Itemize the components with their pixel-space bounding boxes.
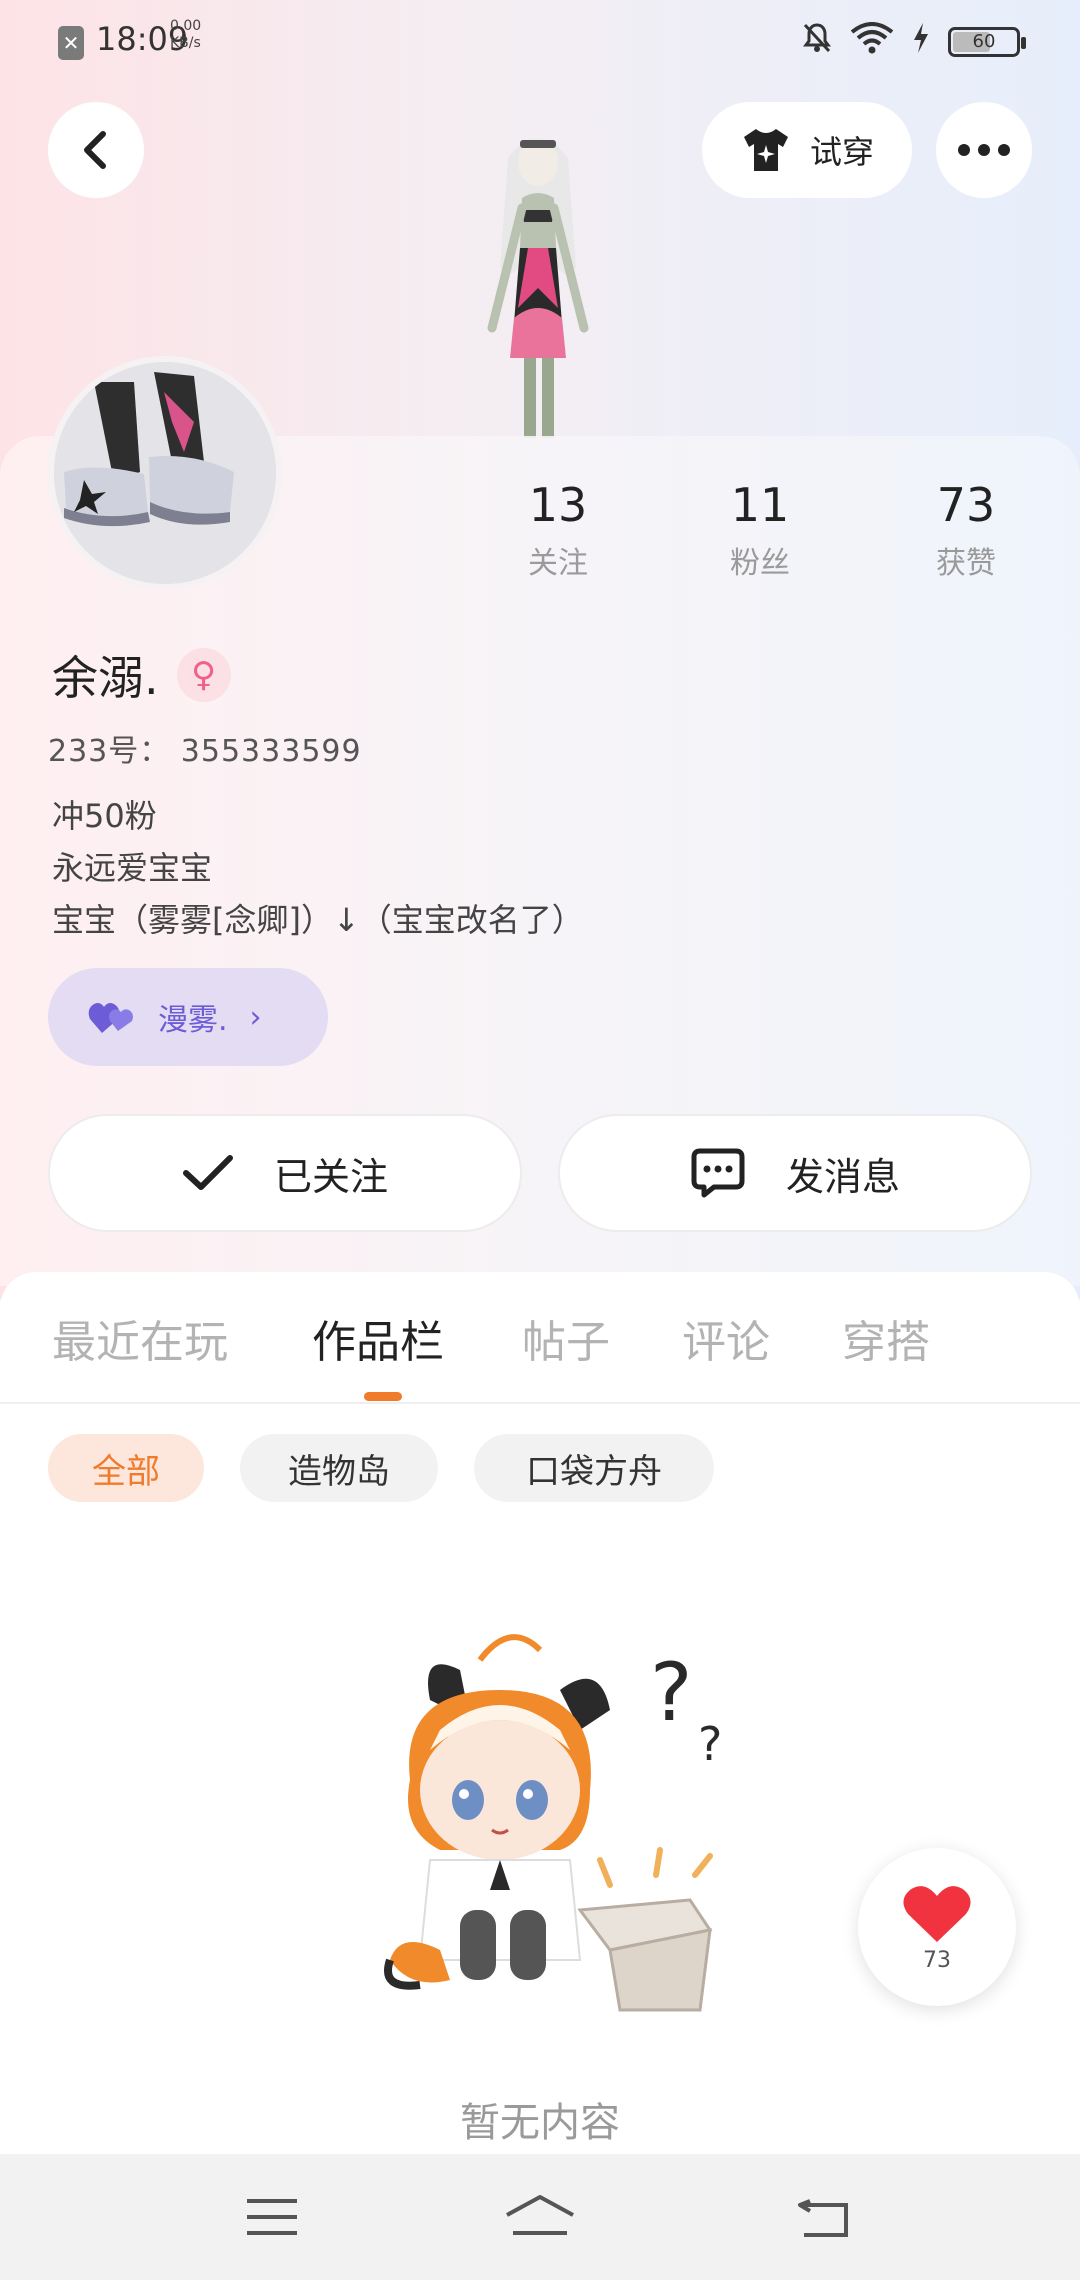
stat-likes-value: 73 bbox=[936, 478, 996, 532]
tab-posts[interactable]: 帖子 bbox=[522, 1306, 610, 1370]
tab-comments[interactable]: 评论 bbox=[682, 1306, 770, 1370]
network-speed-unit: KB/s bbox=[170, 35, 201, 51]
notification-close-icon: ✕ bbox=[58, 26, 84, 60]
stat-likes[interactable]: 73 获赞 bbox=[896, 478, 1036, 582]
like-count: 73 bbox=[923, 1947, 951, 1973]
tab-outfits[interactable]: 穿搭 bbox=[842, 1306, 930, 1370]
stat-following-label: 关注 bbox=[528, 546, 588, 581]
send-message-button[interactable]: 发消息 bbox=[558, 1114, 1032, 1232]
back-nav-button[interactable] bbox=[784, 2182, 864, 2252]
character-avatar-figure bbox=[487, 138, 589, 438]
user-id: 233号： 355333599 bbox=[48, 734, 362, 769]
bio-line: 冲50粉 bbox=[52, 797, 157, 835]
charging-icon bbox=[912, 22, 930, 61]
filter-chip-pocket-ark[interactable]: 口袋方舟 bbox=[474, 1434, 714, 1502]
avatar[interactable] bbox=[48, 356, 282, 590]
system-navigation-bar bbox=[0, 2154, 1080, 2280]
chevron-right-icon: › bbox=[249, 999, 262, 1035]
send-message-label: 发消息 bbox=[785, 1154, 900, 1199]
profile-tabs: 最近在玩 作品栏 帖子 评论 穿搭 bbox=[0, 1296, 1080, 1404]
more-dot-icon bbox=[958, 144, 970, 156]
relationship-tag[interactable]: 漫雾. › bbox=[48, 968, 328, 1066]
filter-chip-all[interactable]: 全部 bbox=[48, 1434, 204, 1502]
back-button[interactable] bbox=[48, 102, 144, 198]
bio: 冲50粉 永远爱宝宝 宝宝（雾雾[念卿]）↓（宝宝改名了） bbox=[52, 790, 584, 946]
stat-fans-value: 11 bbox=[730, 478, 790, 532]
double-heart-icon bbox=[88, 1003, 133, 1033]
like-button[interactable]: 73 bbox=[858, 1848, 1016, 2006]
female-gender-icon: ♀ bbox=[176, 648, 231, 702]
nickname: 余溺. bbox=[52, 651, 159, 705]
filter-chip-creation-island[interactable]: 造物岛 bbox=[240, 1434, 438, 1502]
stat-fans[interactable]: 11 粉丝 bbox=[690, 478, 830, 582]
home-icon bbox=[506, 2195, 574, 2235]
battery-indicator: 60 bbox=[948, 26, 1026, 57]
network-speed: 0.00 KB/s bbox=[170, 18, 201, 52]
home-button[interactable] bbox=[500, 2182, 580, 2252]
tab-recently-played[interactable]: 最近在玩 bbox=[52, 1306, 228, 1370]
active-tab-indicator bbox=[364, 1392, 402, 1401]
battery-level: 60 bbox=[972, 30, 996, 52]
bio-line: 永远爱宝宝 bbox=[52, 849, 213, 887]
stat-likes-label: 获赞 bbox=[936, 546, 996, 581]
chat-bubble-icon bbox=[691, 1148, 745, 1198]
heart-icon bbox=[903, 1885, 971, 1942]
tabs-divider bbox=[0, 1402, 1080, 1404]
empty-state-illustration: ? ? bbox=[384, 1634, 722, 2012]
wifi-icon bbox=[850, 22, 894, 61]
shirt-icon bbox=[743, 129, 788, 171]
checkmark-icon bbox=[182, 1155, 233, 1190]
empty-state-text: 暂无内容 bbox=[460, 2100, 620, 2146]
relationship-tag-label: 漫雾. bbox=[158, 1003, 228, 1038]
tab-works[interactable]: 作品栏 bbox=[312, 1306, 444, 1370]
more-options-button[interactable] bbox=[936, 102, 1032, 198]
menu-icon bbox=[247, 2199, 297, 2235]
try-on-button[interactable]: 试穿 bbox=[702, 102, 912, 198]
more-dot-icon bbox=[998, 144, 1010, 156]
svg-text:?: ? bbox=[650, 1646, 692, 1739]
nickname-row: 余溺. ♀ bbox=[52, 642, 231, 708]
return-icon bbox=[798, 2199, 848, 2237]
stat-fans-label: 粉丝 bbox=[730, 546, 790, 581]
stat-following[interactable]: 13 关注 bbox=[488, 478, 628, 582]
following-label: 已关注 bbox=[273, 1154, 388, 1199]
sneakers-avatar-image bbox=[54, 362, 276, 584]
bell-muted-icon bbox=[802, 22, 832, 61]
bio-line: 宝宝（雾雾[念卿]）↓（宝宝改名了） bbox=[52, 901, 584, 939]
chevron-left-icon bbox=[84, 131, 106, 169]
following-button[interactable]: 已关注 bbox=[48, 1114, 522, 1232]
network-speed-value: 0.00 bbox=[170, 18, 202, 34]
more-dot-icon bbox=[978, 144, 990, 156]
menu-button[interactable] bbox=[232, 2182, 312, 2252]
svg-text:?: ? bbox=[698, 1717, 722, 1771]
try-on-label: 试穿 bbox=[809, 133, 874, 171]
status-bar: ✕ 18:09 0.00 KB/s 60 bbox=[0, 0, 1080, 80]
stat-following-value: 13 bbox=[528, 478, 588, 532]
